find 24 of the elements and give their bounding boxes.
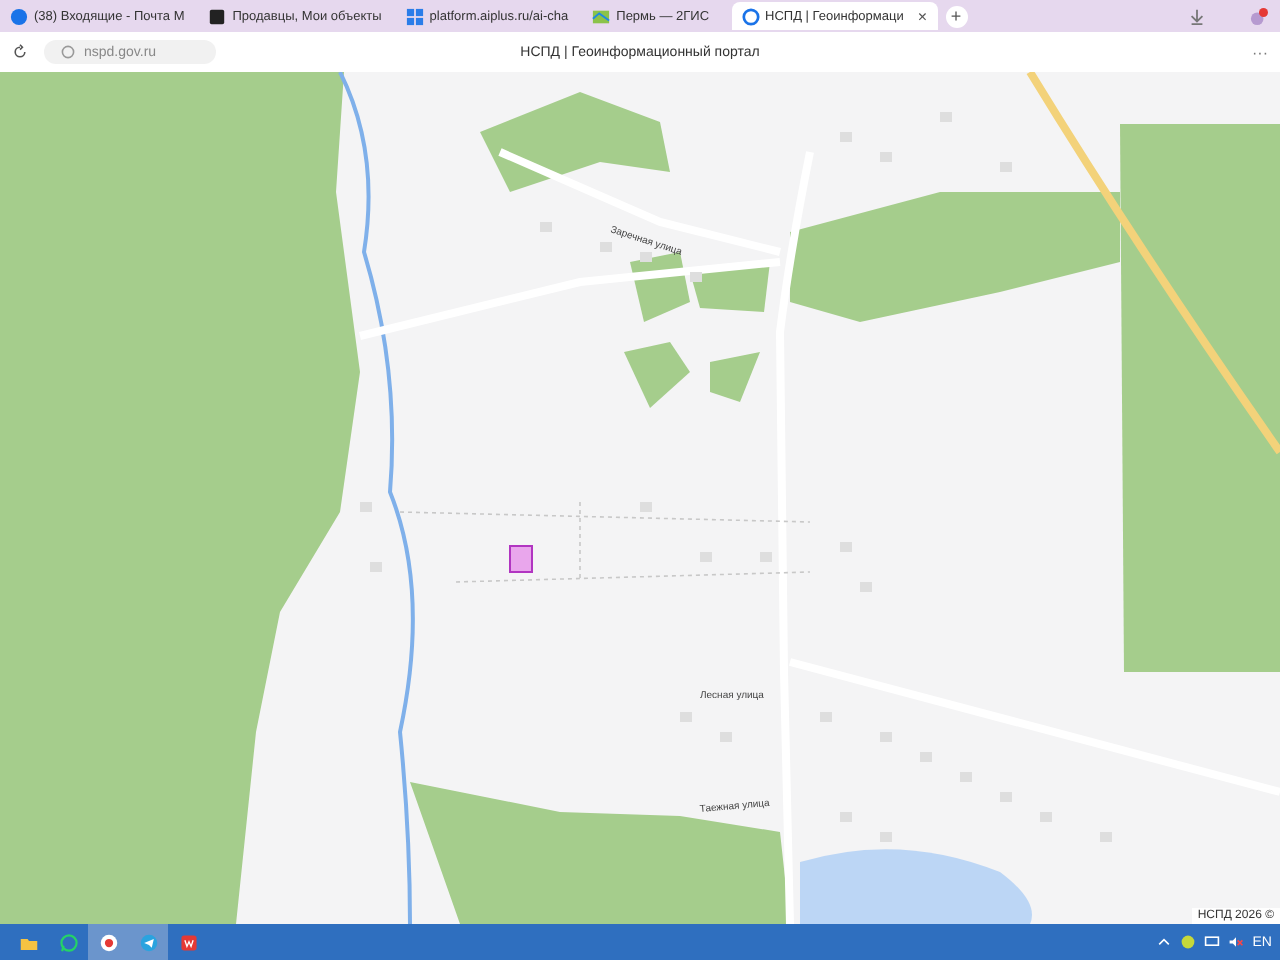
map-icon: [592, 7, 611, 25]
forest-area: [690, 262, 770, 312]
chat-icon: [57, 931, 79, 953]
taskbar-app-button[interactable]: [88, 924, 128, 960]
paper-plane-icon: [137, 931, 159, 953]
more-menu-button[interactable]: ···: [1252, 43, 1268, 61]
document-icon: [177, 931, 199, 953]
close-tab-button[interactable]: ×: [917, 7, 928, 25]
download-icon[interactable]: [1188, 7, 1206, 25]
grid-icon: [405, 7, 424, 25]
forest-area: [630, 252, 690, 322]
forest-area: [710, 352, 760, 402]
chevron-up-icon[interactable]: [1156, 934, 1173, 950]
monitor-icon[interactable]: [1204, 934, 1221, 950]
new-tab-button[interactable]: +: [945, 5, 968, 27]
taskbar-app-button[interactable]: [128, 924, 168, 960]
square-icon: [208, 7, 227, 25]
profile-icon[interactable]: [1250, 7, 1268, 25]
muted-speaker-icon[interactable]: [1228, 934, 1245, 950]
forest-area: [624, 342, 690, 408]
browser-icon: [97, 931, 119, 953]
reload-icon[interactable]: [12, 44, 28, 60]
land-parcel[interactable]: [509, 545, 533, 573]
site-info-icon: [60, 44, 76, 60]
